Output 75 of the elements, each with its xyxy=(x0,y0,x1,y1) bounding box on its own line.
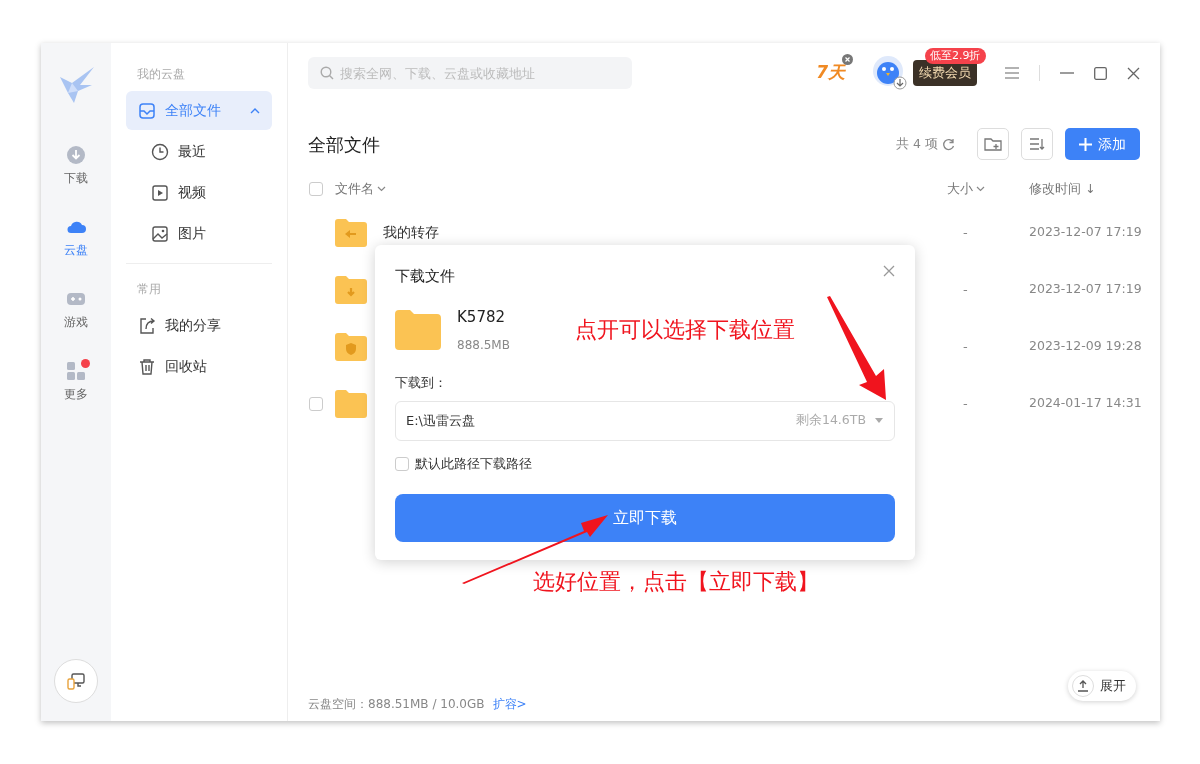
devices-icon xyxy=(66,671,86,691)
image-icon xyxy=(151,224,169,243)
chevron-down-icon xyxy=(976,186,985,192)
grid-icon xyxy=(66,361,86,381)
new-folder-button[interactable] xyxy=(977,128,1009,160)
select-all-checkbox[interactable] xyxy=(309,182,323,196)
dialog-title: 下载文件 xyxy=(395,266,455,287)
share-icon xyxy=(138,316,156,335)
section-title: 我的云盘 xyxy=(136,66,186,83)
file-size: 888.5MB xyxy=(457,337,510,354)
folder-icon xyxy=(335,275,367,304)
discount-badge: 低至2.9折 xyxy=(925,47,986,65)
trash-icon xyxy=(138,357,156,376)
download-now-button[interactable]: 立即下载 xyxy=(395,493,895,542)
sidebar-item[interactable]: 回收站 xyxy=(126,347,272,386)
page-title: 全部文件 xyxy=(308,132,381,157)
close-icon[interactable] xyxy=(1127,66,1140,80)
upload-icon xyxy=(1072,675,1094,697)
file-size: - xyxy=(962,280,969,299)
column-header[interactable]: 修改时间 ↓ xyxy=(1029,179,1140,199)
refresh-icon[interactable] xyxy=(942,137,955,151)
folder-icon xyxy=(335,389,367,418)
sidebar-item[interactable]: 我的分享 xyxy=(126,306,272,345)
modified-time: 2024-01-17 14:31 xyxy=(1029,394,1140,413)
sidebar-item[interactable]: 图片 xyxy=(126,214,272,253)
sidebar-item[interactable]: 全部文件 xyxy=(126,91,272,130)
close-icon[interactable] xyxy=(883,265,895,277)
chevron-up-icon xyxy=(250,107,260,114)
annotation-text: 选好位置，点击【立即下载】 xyxy=(533,568,819,596)
rail-item[interactable]: 更多 xyxy=(64,361,88,403)
sidebar-item[interactable]: 视频 xyxy=(126,173,272,212)
folder-icon xyxy=(335,218,367,247)
play-icon xyxy=(151,183,169,202)
field-label: 下载到： xyxy=(395,374,447,392)
modified-time: 2023-12-07 17:19 xyxy=(1029,223,1140,242)
bird-avatar-icon[interactable] xyxy=(873,56,907,90)
file-size: - xyxy=(962,394,969,413)
expand-storage-link[interactable]: 扩容> xyxy=(492,695,527,713)
expand-button[interactable]: 展开 xyxy=(1068,671,1136,701)
caret-down-icon xyxy=(874,417,884,424)
rail-item[interactable]: 云盘 xyxy=(64,217,88,259)
sort-button[interactable] xyxy=(1021,128,1053,160)
folder-icon xyxy=(335,332,367,361)
device-button[interactable] xyxy=(54,659,98,703)
modified-time: 2023-12-07 17:19 xyxy=(1029,280,1140,299)
download-path-dropdown[interactable]: E:\迅雷云盘 剩余14.6TB xyxy=(395,400,895,441)
checkbox[interactable] xyxy=(395,457,409,472)
file-size: - xyxy=(962,337,969,356)
rail-item[interactable]: 下载 xyxy=(64,145,88,187)
add-button[interactable]: 添加 xyxy=(1065,128,1140,160)
file-name: K5782 xyxy=(457,306,506,328)
plus-icon xyxy=(1079,137,1092,151)
sort-icon xyxy=(1029,137,1045,151)
menu-icon[interactable] xyxy=(1005,67,1019,79)
close-icon xyxy=(842,54,853,66)
inbox-icon xyxy=(138,101,156,120)
maximize-icon[interactable] xyxy=(1094,66,1107,80)
download-icon xyxy=(66,145,86,165)
modified-time: 2023-12-09 19:28 xyxy=(1029,337,1140,356)
column-header[interactable]: 文件名 xyxy=(335,179,947,199)
column-header[interactable]: 大小 xyxy=(947,179,1029,199)
row-checkbox[interactable] xyxy=(309,396,323,411)
rail-item[interactable]: 游戏 xyxy=(64,289,88,331)
section-title: 常用 xyxy=(136,281,162,298)
chevron-down-icon xyxy=(377,186,386,192)
storage-usage: 云盘空间：888.51MB / 10.0GB xyxy=(308,696,485,713)
folder-icon xyxy=(395,309,441,350)
file-name[interactable]: 我的转存 xyxy=(383,224,439,241)
annotation-text: 点开可以选择下载位置 xyxy=(575,316,795,344)
folder-plus-icon xyxy=(984,136,1002,152)
item-count: 共 4 项 xyxy=(896,134,938,153)
file-size: - xyxy=(962,223,969,242)
clock-icon xyxy=(151,142,169,161)
sidebar-item[interactable]: 最近 xyxy=(126,132,272,171)
checkbox-label: 默认此路径下载路径 xyxy=(415,454,532,473)
